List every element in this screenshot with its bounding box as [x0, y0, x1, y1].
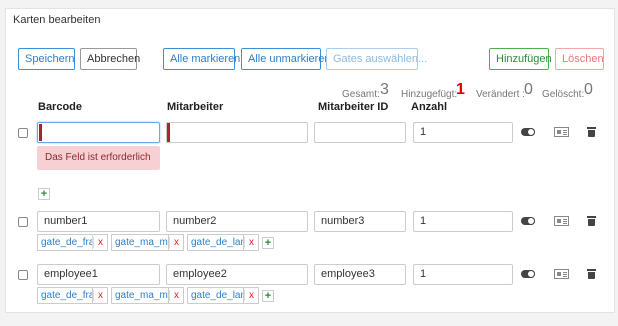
changed-value: 0 — [524, 81, 533, 98]
delete-button[interactable]: Löschen — [555, 48, 604, 70]
id-card-icon[interactable] — [554, 127, 569, 137]
col-employee-id: Mitarbeiter ID — [318, 101, 389, 113]
gate-tag-remove[interactable]: x — [168, 234, 184, 251]
gate-tag-remove[interactable]: x — [243, 287, 259, 304]
barcode-input[interactable]: employee1 — [37, 264, 160, 285]
add-button[interactable]: Hinzufügen — [489, 48, 552, 70]
deleted-label: Gelöscht: — [542, 89, 585, 100]
added-value: 1 — [456, 81, 465, 98]
gate-tag-label: gate_de_fra — [41, 237, 95, 248]
select-all-button[interactable]: Alle markieren — [163, 48, 240, 70]
employee-id-input[interactable]: employee3 — [314, 264, 406, 285]
gate-tag-remove[interactable]: x — [243, 234, 259, 251]
gate-tag-label: gate_de_fra — [41, 290, 95, 301]
col-count: Anzahl — [411, 101, 448, 113]
employee-id-input[interactable] — [314, 122, 406, 143]
col-employee: Mitarbeiter — [167, 101, 224, 113]
count-input[interactable]: 1 — [413, 211, 513, 232]
add-gate-button[interactable]: + — [262, 290, 274, 302]
employee-input[interactable]: employee2 — [166, 264, 308, 285]
added-label: Hinzugefügt: — [401, 89, 458, 100]
gate-tag-label: gate_de_lan — [191, 237, 247, 248]
id-card-icon[interactable] — [554, 269, 569, 279]
count-input[interactable]: 1 — [413, 122, 513, 143]
col-barcode: Barcode — [38, 101, 83, 113]
trash-icon[interactable] — [587, 269, 596, 279]
gate-tag-remove[interactable]: x — [92, 287, 108, 304]
total-value: 3 — [380, 81, 389, 98]
gate-tag-remove[interactable]: x — [168, 287, 184, 304]
count-input[interactable]: 1 — [413, 264, 513, 285]
add-gate-button[interactable]: + — [262, 237, 274, 249]
validation-error: Das Feld ist erforderlich — [37, 146, 160, 170]
changed-label: Verändert : — [476, 89, 525, 100]
employee-input[interactable] — [166, 122, 308, 143]
deselect-all-button[interactable]: Alle unmarkieren — [241, 48, 331, 70]
required-marker — [167, 123, 170, 142]
panel-title: Karten bearbeiten — [13, 14, 101, 26]
gate-tag-label: gate_de_lan — [191, 290, 247, 301]
toggle-icon[interactable] — [521, 270, 535, 278]
barcode-input[interactable] — [37, 122, 160, 143]
row-checkbox[interactable] — [18, 270, 28, 280]
barcode-input[interactable]: number1 — [37, 211, 160, 232]
gate-tag-remove[interactable]: x — [92, 234, 108, 251]
required-marker — [39, 124, 42, 141]
cancel-button[interactable]: Abbrechen — [80, 48, 140, 70]
trash-icon[interactable] — [587, 127, 596, 137]
employee-input[interactable]: number2 — [166, 211, 308, 232]
row-checkbox[interactable] — [18, 128, 28, 138]
trash-icon[interactable] — [587, 216, 596, 226]
toggle-icon[interactable] — [521, 217, 535, 225]
add-gate-button[interactable]: + — [38, 188, 50, 200]
row-checkbox[interactable] — [18, 217, 28, 227]
save-button[interactable]: Speichern — [18, 48, 75, 70]
id-card-icon[interactable] — [554, 216, 569, 226]
employee-id-input[interactable]: number3 — [314, 211, 406, 232]
select-gates-button[interactable]: Gates auswählen... — [326, 48, 427, 70]
toggle-icon[interactable] — [521, 128, 535, 136]
deleted-value: 0 — [584, 81, 593, 98]
total-label: Gesamt: — [342, 89, 380, 100]
